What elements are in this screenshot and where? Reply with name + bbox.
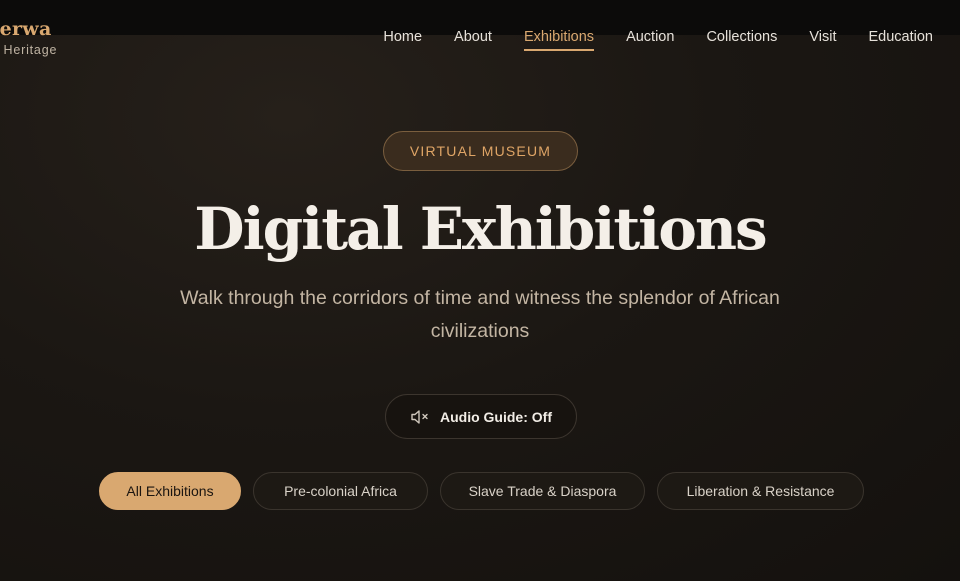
speaker-muted-icon xyxy=(410,409,430,425)
filter-liberation-resistance[interactable]: Liberation & Resistance xyxy=(657,472,864,510)
main-nav: Home About Exhibitions Auction Collectio… xyxy=(383,29,933,51)
brand-tagline: f Heritage xyxy=(0,43,58,57)
brand-name: perwa xyxy=(0,18,52,40)
filter-pre-colonial-africa[interactable]: Pre-colonial Africa xyxy=(253,472,428,510)
audio-guide-label: Audio Guide: Off xyxy=(440,408,552,425)
filter-slave-trade-diaspora[interactable]: Slave Trade & Diaspora xyxy=(440,472,645,510)
brand-logo[interactable]: perwa f Heritage xyxy=(0,18,57,57)
nav-item-exhibitions[interactable]: Exhibitions xyxy=(523,29,595,51)
exhibition-filters: All Exhibitions Pre-colonial Africa Slav… xyxy=(99,472,864,510)
nav-item-education[interactable]: Education xyxy=(869,29,934,51)
nav-item-visit[interactable]: Visit xyxy=(809,29,836,51)
section-badge: VIRTUAL MUSEUM xyxy=(383,131,578,171)
nav-item-auction[interactable]: Auction xyxy=(626,29,674,51)
nav-item-collections[interactable]: Collections xyxy=(706,29,777,51)
nav-item-home[interactable]: Home xyxy=(383,29,422,51)
nav-item-about[interactable]: About xyxy=(454,29,492,51)
page-title: Digital Exhibitions xyxy=(194,195,767,263)
page-subtitle: Walk through the corridors of time and w… xyxy=(180,287,780,342)
audio-guide-button[interactable]: Audio Guide: Off xyxy=(385,394,577,439)
filter-all-exhibitions[interactable]: All Exhibitions xyxy=(99,472,241,510)
